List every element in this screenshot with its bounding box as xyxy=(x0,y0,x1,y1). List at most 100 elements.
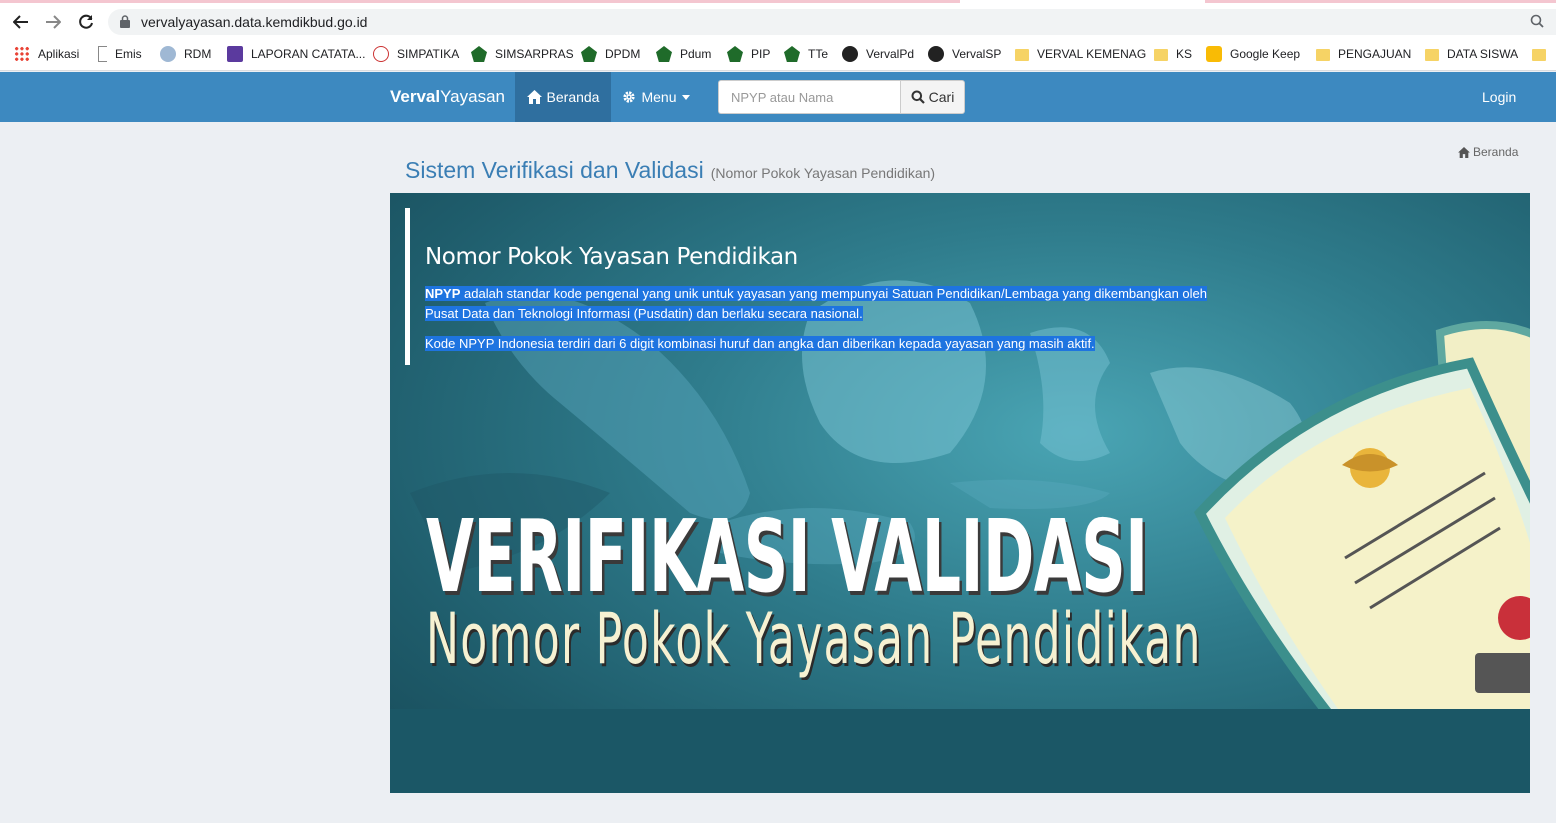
bookmark-rdm[interactable]: RDM xyxy=(160,45,211,63)
arrow-right-icon xyxy=(46,15,61,29)
bookmark-label: Pdum xyxy=(680,47,712,61)
brand-bold: Verval xyxy=(390,87,441,106)
search-button-label: Cari xyxy=(928,89,955,105)
caret-down-icon xyxy=(681,94,690,100)
bookmark-overflow[interactable] xyxy=(1532,45,1554,63)
address-bar[interactable]: vervalyayasan.data.kemdikbud.go.id xyxy=(108,9,1556,35)
nav-menu-label: Menu xyxy=(641,89,677,105)
globe-icon xyxy=(928,46,944,62)
banner-footer-strip xyxy=(390,709,1530,793)
kemenag-icon xyxy=(727,46,743,62)
kemenag-icon xyxy=(581,46,597,62)
para2-text: Kode NPYP Indonesia terdiri dari 6 digit… xyxy=(425,336,1095,351)
bookmark-verval-kemenag[interactable]: VERVAL KEMENAG xyxy=(1015,45,1146,63)
kemenag-icon xyxy=(656,46,672,62)
login-link[interactable]: Login xyxy=(1482,89,1516,105)
breadcrumb[interactable]: Beranda xyxy=(1458,145,1518,159)
bookmark-simsarpras[interactable]: SIMSARPRAS xyxy=(471,45,574,63)
bookmark-label: Aplikasi xyxy=(38,47,80,61)
bookmark-label: SIMPATIKA xyxy=(397,47,460,61)
bookmark-label: Google Keep xyxy=(1230,47,1301,61)
bookmark-ks[interactable]: KS xyxy=(1154,45,1192,63)
simpatika-icon xyxy=(373,46,389,62)
bookmark-label: LAPORAN CATATA... xyxy=(251,47,366,61)
search-input[interactable] xyxy=(718,80,900,114)
bookmark-label: VervalPd xyxy=(866,47,915,61)
nav-menu-dropdown[interactable]: Menu xyxy=(612,72,700,122)
globe-icon xyxy=(842,46,858,62)
gear-icon xyxy=(623,91,636,103)
callout-paragraph-1: NPYP adalah standar kode pengenal yang u… xyxy=(425,284,1225,324)
bookmark-tte[interactable]: TTe xyxy=(784,45,828,63)
kemenag-icon xyxy=(471,46,487,62)
bookmark-pdum[interactable]: Pdum xyxy=(656,45,711,63)
bookmark-label: DATA SISWA xyxy=(1447,47,1519,61)
bookmark-label: DPDM xyxy=(605,47,641,61)
reload-icon xyxy=(79,14,93,29)
search-icon xyxy=(911,90,925,104)
zoom-icon[interactable] xyxy=(1530,14,1544,28)
forward-button[interactable] xyxy=(41,11,65,33)
site-navbar: VervalYayasan Beranda Menu Cari Login xyxy=(0,72,1556,122)
folder-icon xyxy=(1532,49,1546,61)
bookmark-label: Emis xyxy=(115,47,142,61)
home-icon xyxy=(1458,146,1470,158)
bookmark-emis[interactable]: Emis xyxy=(98,45,142,63)
brand-logo[interactable]: VervalYayasan xyxy=(390,87,505,107)
bookmark-label: RDM xyxy=(184,47,212,61)
browser-toolbar: vervalyayasan.data.kemdikbud.go.id xyxy=(0,7,1556,37)
bookmarks-bar: Aplikasi Emis RDM LAPORAN CATATA... SIMP… xyxy=(0,37,1556,71)
para1-line2: Pusat Data dan Teknologi Informasi (Pusd… xyxy=(425,306,863,321)
bookmark-vervalpd[interactable]: VervalPd xyxy=(842,45,914,63)
bookmark-label: KS xyxy=(1176,47,1193,61)
keep-icon xyxy=(1206,46,1222,62)
active-tab-indicator xyxy=(0,0,960,3)
bookmark-pip[interactable]: PIP xyxy=(727,45,770,63)
bookmark-aplikasi[interactable]: Aplikasi xyxy=(14,45,79,63)
page-title-text: Sistem Verifikasi dan Validasi xyxy=(405,157,704,183)
callout-heading: Nomor Pokok Yayasan Pendidikan xyxy=(425,244,798,270)
kemenag-icon xyxy=(784,46,800,62)
folder-icon xyxy=(1316,49,1330,61)
banner-subheadline: Nomor Pokok Yayasan Pendidikan xyxy=(426,598,1202,680)
folder-icon xyxy=(1154,49,1168,61)
folder-icon xyxy=(1015,49,1029,61)
npyp-info-callout: Nomor Pokok Yayasan Pendidikan NPYP adal… xyxy=(405,208,1225,365)
bookmark-label: PENGAJUAN xyxy=(1338,47,1412,61)
para1-text: adalah standar kode pengenal yang unik u… xyxy=(460,286,1207,301)
page-subtitle: (Nomor Pokok Yayasan Pendidikan) xyxy=(710,165,936,181)
url-text: vervalyayasan.data.kemdikbud.go.id xyxy=(141,14,368,30)
bookmark-label: SIMSARPRAS xyxy=(495,47,574,61)
page-icon xyxy=(98,46,107,62)
rdm-icon xyxy=(160,46,176,62)
nav-home-link[interactable]: Beranda xyxy=(515,72,611,122)
bookmark-label: TTe xyxy=(808,47,829,61)
bookmark-google-keep[interactable]: Google Keep xyxy=(1206,45,1300,63)
arrow-left-icon xyxy=(13,15,28,29)
callout-paragraph-2: Kode NPYP Indonesia terdiri dari 6 digit… xyxy=(425,334,1225,354)
bookmark-dpdm[interactable]: DPDM xyxy=(581,45,640,63)
tab-strip xyxy=(0,0,1556,7)
bookmark-label: VervalSP xyxy=(952,47,1002,61)
nav-home-label: Beranda xyxy=(546,89,600,105)
bookmark-laporan[interactable]: LAPORAN CATATA... xyxy=(227,45,365,63)
back-button[interactable] xyxy=(9,11,33,33)
bookmark-label: VERVAL KEMENAG xyxy=(1037,47,1147,61)
npyp-bold: NPYP xyxy=(425,286,461,301)
bookmark-simpatika[interactable]: SIMPATIKA xyxy=(373,45,459,63)
breadcrumb-home: Beranda xyxy=(1473,145,1519,159)
list-icon xyxy=(227,46,243,62)
lock-icon xyxy=(120,15,130,28)
reload-button[interactable] xyxy=(74,11,98,33)
hero-banner: Nomor Pokok Yayasan Pendidikan NPYP adal… xyxy=(390,193,1530,793)
bookmark-vervalsp[interactable]: VervalSP xyxy=(928,45,1001,63)
home-icon xyxy=(526,90,542,104)
tab-indicator xyxy=(1205,0,1556,3)
folder-icon xyxy=(1425,49,1439,61)
bookmark-pengajuan[interactable]: PENGAJUAN xyxy=(1316,45,1411,63)
brand-rest: Yayasan xyxy=(440,87,506,106)
page-title: Sistem Verifikasi dan Validasi (Nomor Pok… xyxy=(405,157,935,184)
apps-grid-icon xyxy=(14,46,30,62)
bookmark-data-siswa[interactable]: DATA SISWA xyxy=(1425,45,1518,63)
search-button[interactable]: Cari xyxy=(900,80,965,114)
